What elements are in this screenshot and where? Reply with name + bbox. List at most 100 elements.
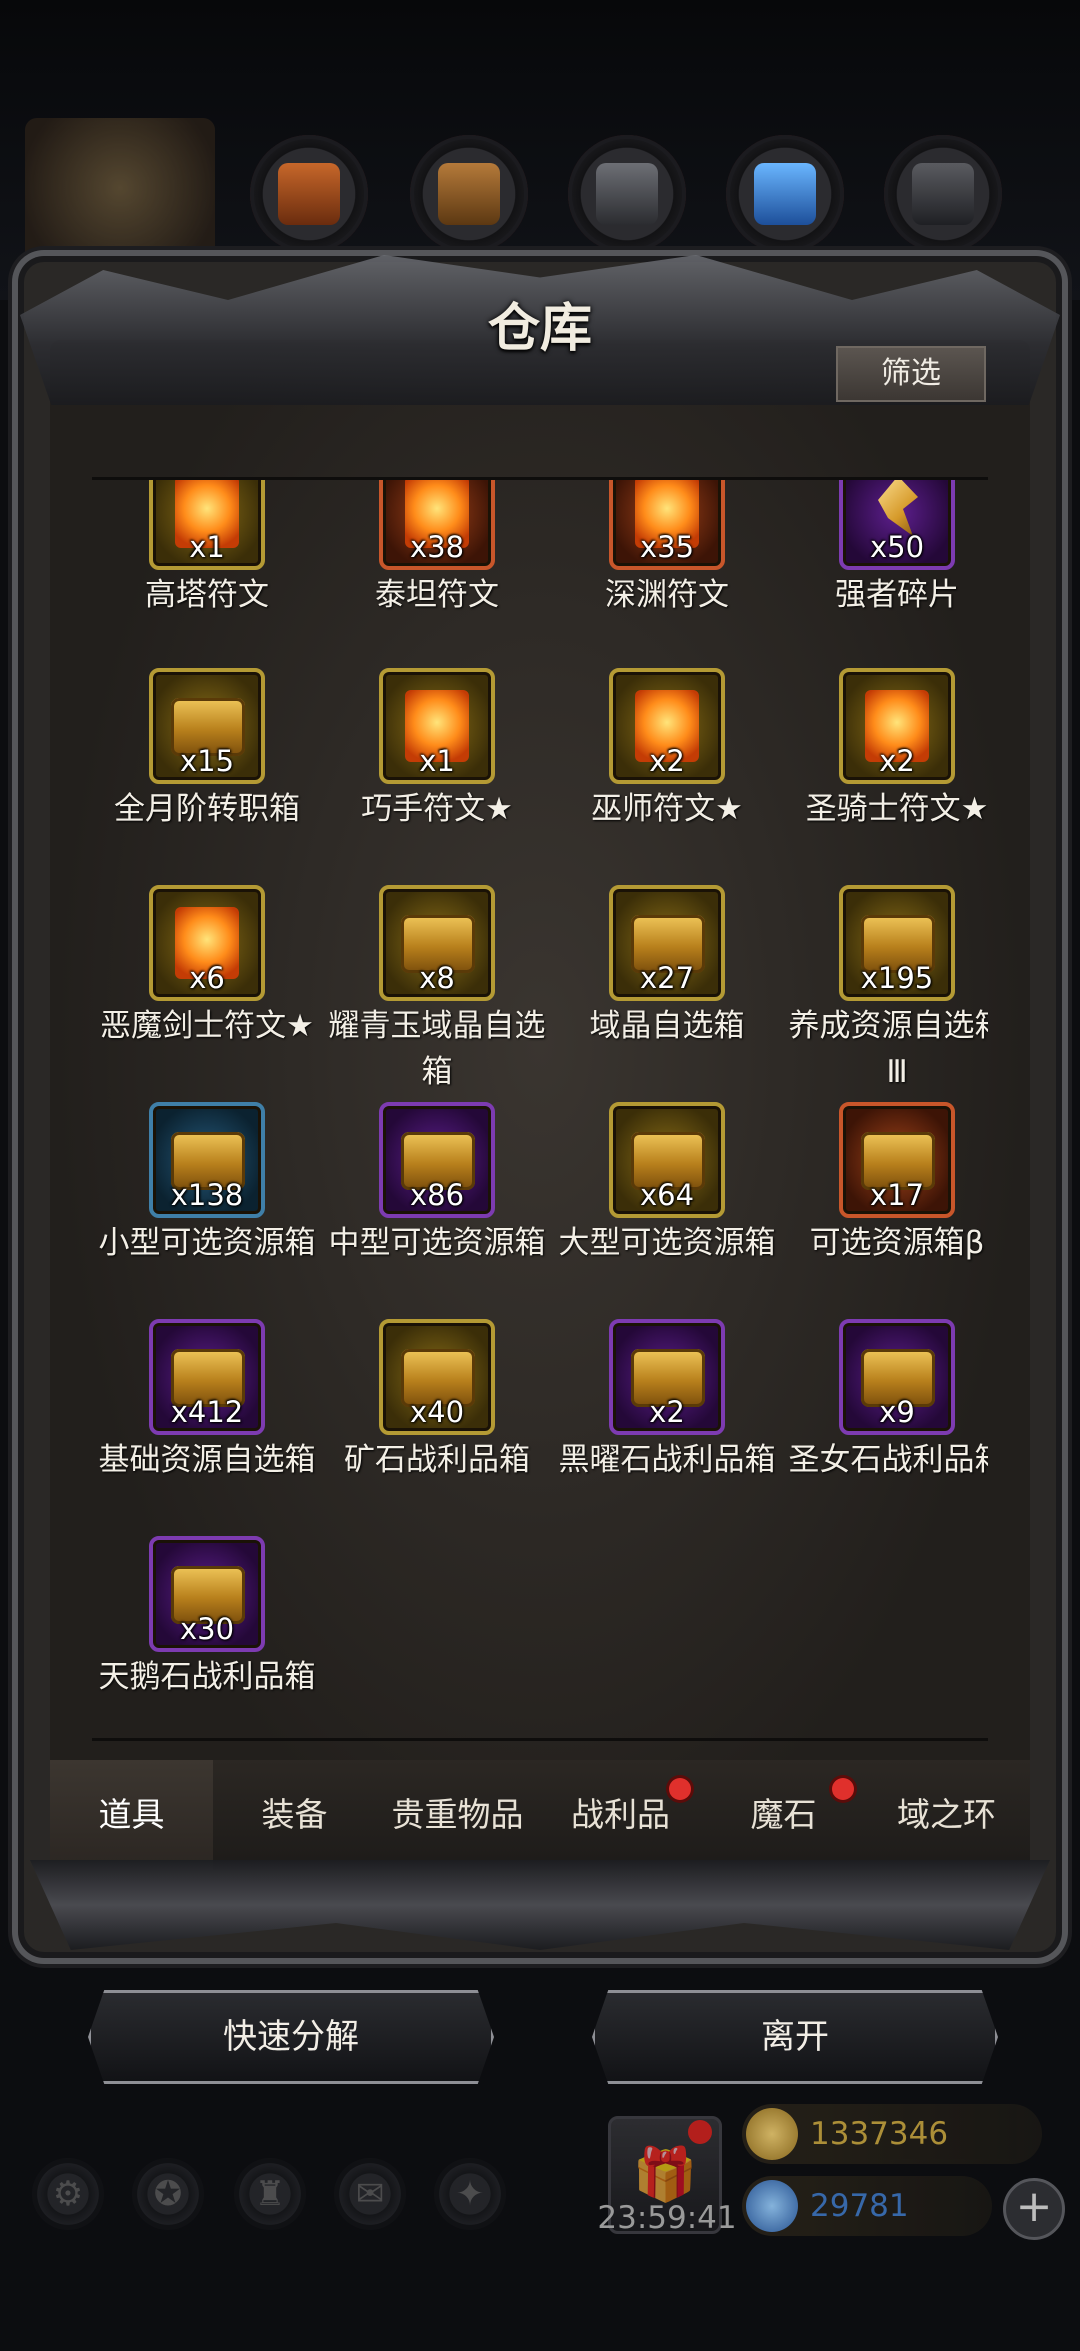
gem-value: 29781 — [810, 2188, 909, 2224]
mail-icon[interactable]: ✉ — [334, 2158, 406, 2230]
item-name: 恶魔剑士符文★ — [100, 1008, 314, 1044]
item-card[interactable]: x9 圣女石战利品箱 — [782, 1319, 988, 1483]
quick-decompose-button[interactable]: 快速分解 — [88, 1990, 494, 2084]
tab-loot[interactable]: 战利品 — [539, 1760, 702, 1870]
item-quantity: x38 — [409, 530, 465, 564]
item-card[interactable]: x17 可选资源箱β — [782, 1102, 988, 1266]
item-name: 养成资源自选箱Ⅲ — [788, 1008, 989, 1090]
item-quantity: x50 — [869, 530, 925, 564]
item-card[interactable]: x86 中型可选资源箱 — [322, 1102, 552, 1266]
item-card[interactable]: x2 圣骑士符文★ — [782, 668, 988, 832]
item-card[interactable]: x1 高塔符文 — [92, 480, 322, 618]
gem-counter[interactable]: 29781 — [742, 2176, 992, 2236]
item-slot[interactable]: x38 — [379, 480, 495, 570]
item-quantity: x86 — [409, 1178, 465, 1212]
item-card[interactable]: x2 巫师符文★ — [552, 668, 782, 832]
add-currency-button[interactable]: + — [1003, 2178, 1065, 2240]
item-quantity: x1 — [189, 530, 225, 564]
item-slot[interactable]: x40 — [379, 1319, 495, 1435]
item-quantity: x1 — [419, 744, 455, 778]
item-name: 可选资源箱β — [809, 1225, 985, 1261]
page-title: 仓库 — [487, 298, 592, 359]
guild-icon[interactable]: ✦ — [434, 2158, 506, 2230]
item-slot[interactable]: x15 — [149, 668, 265, 784]
tab-domain-ring[interactable]: 域之环 — [865, 1760, 1028, 1870]
item-slot[interactable]: x6 — [149, 885, 265, 1001]
item-slot[interactable]: x9 — [839, 1319, 955, 1435]
item-card[interactable]: x35 深渊符文 — [552, 480, 782, 618]
gold-value: 1337346 — [810, 2116, 949, 2152]
item-name: 天鹅石战利品箱 — [98, 1659, 316, 1695]
item-name: 圣女石战利品箱 — [788, 1442, 989, 1478]
item-slot[interactable]: x2 — [609, 668, 725, 784]
leave-button[interactable]: 离开 — [592, 1990, 998, 2084]
hero-icon[interactable]: ♜ — [234, 2158, 306, 2230]
item-slot[interactable]: x86 — [379, 1102, 495, 1218]
item-card[interactable]: x30 天鹅石战利品箱 — [92, 1536, 322, 1700]
item-quantity: x27 — [639, 961, 695, 995]
item-name: 大型可选资源箱 — [558, 1225, 776, 1261]
item-name: 高塔符文 — [145, 577, 269, 613]
item-slot[interactable]: x2 — [609, 1319, 725, 1435]
gold-counter[interactable]: 1337346 — [742, 2104, 1042, 2164]
item-name: 强者碎片 — [835, 577, 959, 613]
item-name: 巫师符文★ — [591, 791, 743, 827]
iron-icon[interactable] — [568, 135, 686, 253]
item-quantity: x412 — [170, 1395, 244, 1429]
item-slot[interactable]: x412 — [149, 1319, 265, 1435]
item-slot[interactable]: x35 — [609, 480, 725, 570]
meat-icon[interactable] — [250, 135, 368, 253]
item-slot[interactable]: x1 — [379, 668, 495, 784]
tab-magic-stone[interactable]: 魔石 — [702, 1760, 865, 1870]
item-quantity: x2 — [649, 744, 685, 778]
item-slot[interactable]: x30 — [149, 1536, 265, 1652]
tab-valuables[interactable]: 贵重物品 — [376, 1760, 539, 1870]
item-card[interactable]: x38 泰坦符文 — [322, 480, 552, 618]
item-card[interactable]: x412 基础资源自选箱 — [92, 1319, 322, 1483]
panel-frame-bottom — [30, 1860, 1050, 1950]
item-quantity: x2 — [649, 1395, 685, 1429]
item-slot[interactable]: x50 — [839, 480, 955, 570]
wood-icon[interactable] — [410, 135, 528, 253]
item-card[interactable]: x138 小型可选资源箱 — [92, 1102, 322, 1266]
item-card[interactable]: x27 域晶自选箱 — [552, 885, 782, 1049]
tab-equipment[interactable]: 装备 — [213, 1760, 376, 1870]
item-card[interactable]: x64 大型可选资源箱 — [552, 1102, 782, 1266]
item-card[interactable]: x40 矿石战利品箱 — [322, 1319, 552, 1483]
settings-icon[interactable]: ⚙ — [32, 2158, 104, 2230]
item-card[interactable]: x50 强者碎片 — [782, 480, 988, 618]
tab-label: 魔石 — [750, 1795, 817, 1834]
item-card[interactable]: x8 耀青玉域晶自选箱 — [322, 885, 552, 1095]
item-grid[interactable]: x1 高塔符文 x38 泰坦符文 x35 深渊符文 x50 强者碎片 x15 全… — [92, 480, 988, 1738]
tab-label: 贵重物品 — [391, 1795, 524, 1834]
item-name: 耀青玉域晶自选箱 — [328, 1008, 546, 1090]
steel-icon[interactable] — [884, 135, 1002, 253]
item-card[interactable]: x1 巧手符文★ — [322, 668, 552, 832]
item-slot[interactable]: x8 — [379, 885, 495, 1001]
tab-items[interactable]: 道具 — [50, 1760, 213, 1870]
item-slot[interactable]: x195 — [839, 885, 955, 1001]
item-name: 黑曜石战利品箱 — [558, 1442, 776, 1478]
medal-icon[interactable]: ✪ — [132, 2158, 204, 2230]
category-tabs: 道具 装备 贵重物品 战利品 魔石 域之环 — [50, 1760, 1030, 1870]
item-name: 基础资源自选箱 — [98, 1442, 316, 1478]
item-name: 中型可选资源箱 — [328, 1225, 546, 1261]
item-quantity: x9 — [879, 1395, 915, 1429]
item-slot[interactable]: x64 — [609, 1102, 725, 1218]
item-card[interactable]: x15 全月阶转职箱 — [92, 668, 322, 832]
item-slot[interactable]: x17 — [839, 1102, 955, 1218]
item-name: 小型可选资源箱 — [98, 1225, 316, 1261]
item-slot[interactable]: x2 — [839, 668, 955, 784]
resource-bar: 10 2084 613420 109015 1647200 2164240 — [0, 0, 1080, 300]
item-slot[interactable]: x138 — [149, 1102, 265, 1218]
filter-button[interactable]: 筛选 — [836, 346, 986, 402]
grid-divider-bottom — [92, 1738, 988, 1741]
item-card[interactable]: x2 黑曜石战利品箱 — [552, 1319, 782, 1483]
item-quantity: x2 — [879, 744, 915, 778]
item-card[interactable]: x6 恶魔剑士符文★ — [92, 885, 322, 1049]
item-slot[interactable]: x1 — [149, 480, 265, 570]
item-slot[interactable]: x27 — [609, 885, 725, 1001]
item-card[interactable]: x195 养成资源自选箱Ⅲ — [782, 885, 988, 1095]
crystal-icon[interactable] — [726, 135, 844, 253]
item-quantity: x15 — [179, 744, 235, 778]
